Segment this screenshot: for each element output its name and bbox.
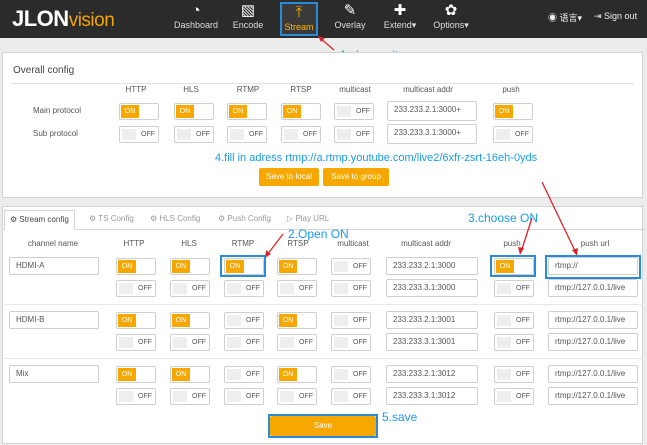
push-url-field[interactable]: rtmp://127.0.0.1/live xyxy=(548,333,638,351)
rtsp-toggle[interactable]: OFF xyxy=(277,280,317,297)
rtsp-toggle[interactable]: OFF xyxy=(277,334,317,351)
toggle-state: OFF xyxy=(244,282,262,295)
toggle-state: OFF xyxy=(351,260,369,273)
toggle-state: ON xyxy=(172,260,190,273)
channel-name-field[interactable]: Mix xyxy=(9,365,99,383)
toggle-state: OFF xyxy=(351,314,369,327)
toggle-state: OFF xyxy=(244,368,262,381)
multicast-addr-field[interactable]: 233.233.3.1:3001 xyxy=(386,333,478,351)
rtmp-toggle[interactable]: OFF xyxy=(224,334,264,351)
hls-toggle[interactable]: ON xyxy=(170,312,210,329)
row-divider xyxy=(4,358,643,359)
http-toggle[interactable]: OFF xyxy=(116,334,156,351)
http-toggle[interactable]: OFF xyxy=(116,388,156,405)
push-toggle[interactable]: OFF xyxy=(494,312,534,329)
multicast-toggle[interactable]: OFF xyxy=(331,334,371,351)
highlight-rtmp xyxy=(220,255,266,277)
highlight-push-url xyxy=(545,255,641,279)
toggle-state: OFF xyxy=(297,336,315,349)
toggle-state: OFF xyxy=(136,390,154,403)
toggle-state: ON xyxy=(118,368,136,381)
toggle-state: OFF xyxy=(514,368,532,381)
toggle-state: OFF xyxy=(190,282,208,295)
toggle-state: OFF xyxy=(514,314,532,327)
multicast-addr-field[interactable]: 233.233.2.1:3000 xyxy=(386,257,478,275)
http-toggle[interactable]: ON xyxy=(116,258,156,275)
toggle-state: ON xyxy=(172,314,190,327)
push-toggle[interactable]: OFF xyxy=(494,334,534,351)
toggle-state: ON xyxy=(279,368,297,381)
multicast-toggle[interactable]: OFF xyxy=(331,312,371,329)
toggle-state: OFF xyxy=(351,336,369,349)
hls-toggle[interactable]: OFF xyxy=(170,280,210,297)
rtsp-toggle[interactable]: ON xyxy=(277,312,317,329)
rtsp-toggle[interactable]: OFF xyxy=(277,388,317,405)
toggle-state: OFF xyxy=(297,390,315,403)
multicast-addr-field[interactable]: 233.233.2.1:3001 xyxy=(386,311,478,329)
push-toggle[interactable]: OFF xyxy=(494,366,534,383)
highlight-push xyxy=(490,255,536,277)
toggle-state: OFF xyxy=(351,282,369,295)
http-toggle[interactable]: ON xyxy=(116,312,156,329)
toggle-state: OFF xyxy=(351,368,369,381)
hls-toggle[interactable]: ON xyxy=(170,366,210,383)
rtsp-toggle[interactable]: ON xyxy=(277,366,317,383)
toggle-state: OFF xyxy=(190,336,208,349)
rtmp-toggle[interactable]: OFF xyxy=(224,280,264,297)
toggle-state: OFF xyxy=(190,390,208,403)
hls-toggle[interactable]: OFF xyxy=(170,388,210,405)
channel-name-field[interactable]: HDMI-A xyxy=(9,257,99,275)
toggle-state: OFF xyxy=(244,336,262,349)
multicast-toggle[interactable]: OFF xyxy=(331,366,371,383)
toggle-state: ON xyxy=(118,314,136,327)
http-toggle[interactable]: OFF xyxy=(116,280,156,297)
hls-toggle[interactable]: OFF xyxy=(170,334,210,351)
rtmp-toggle[interactable]: OFF xyxy=(224,366,264,383)
toggle-state: ON xyxy=(279,260,297,273)
hls-toggle[interactable]: ON xyxy=(170,258,210,275)
toggle-state: OFF xyxy=(514,390,532,403)
channel-name-field[interactable]: HDMI-B xyxy=(9,311,99,329)
toggle-state: ON xyxy=(118,260,136,273)
row-divider xyxy=(4,304,643,305)
multicast-toggle[interactable]: OFF xyxy=(331,388,371,405)
toggle-state: OFF xyxy=(351,390,369,403)
toggle-state: OFF xyxy=(244,390,262,403)
rtmp-toggle[interactable]: OFF xyxy=(224,388,264,405)
toggle-state: OFF xyxy=(136,336,154,349)
toggle-state: OFF xyxy=(136,282,154,295)
push-url-field[interactable]: rtmp://127.0.0.1/live xyxy=(548,365,638,383)
toggle-state: OFF xyxy=(514,336,532,349)
push-toggle[interactable]: OFF xyxy=(494,388,534,405)
toggle-state: OFF xyxy=(244,314,262,327)
push-url-field[interactable]: rtmp://127.0.0.1/live xyxy=(548,279,638,297)
push-toggle[interactable]: OFF xyxy=(494,280,534,297)
multicast-toggle[interactable]: OFF xyxy=(331,258,371,275)
http-toggle[interactable]: ON xyxy=(116,366,156,383)
push-url-field[interactable]: rtmp://127.0.0.1/live xyxy=(548,311,638,329)
multicast-addr-field[interactable]: 233.233.2.1:3012 xyxy=(386,365,478,383)
toggle-state: ON xyxy=(279,314,297,327)
multicast-addr-field[interactable]: 233.233.3.1:3012 xyxy=(386,387,478,405)
toggle-state: OFF xyxy=(297,282,315,295)
toggle-state: OFF xyxy=(514,282,532,295)
rtsp-toggle[interactable]: ON xyxy=(277,258,317,275)
multicast-addr-field[interactable]: 233.233.3.1:3000 xyxy=(386,279,478,297)
rtmp-toggle[interactable]: OFF xyxy=(224,312,264,329)
multicast-toggle[interactable]: OFF xyxy=(331,280,371,297)
push-url-field[interactable]: rtmp://127.0.0.1/live xyxy=(548,387,638,405)
toggle-state: ON xyxy=(172,368,190,381)
